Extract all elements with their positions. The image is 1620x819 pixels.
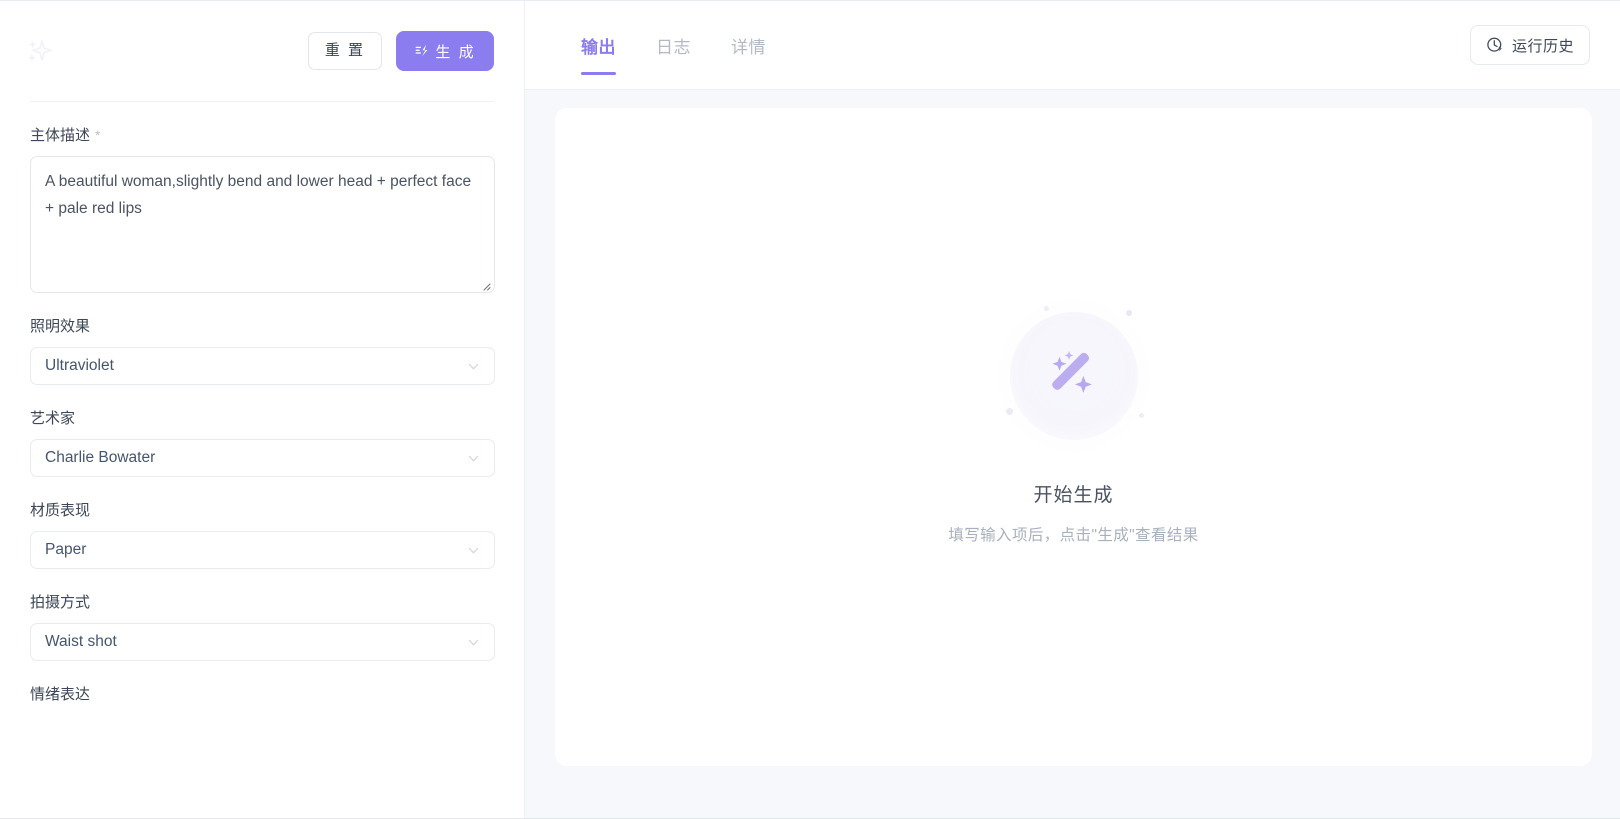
material-value: Paper — [45, 541, 87, 558]
field-label-material: 材质表现 — [30, 499, 494, 520]
decorative-dot — [1138, 412, 1144, 418]
required-marker: * — [95, 127, 101, 143]
field-label-subject-description: 主体描述 * — [30, 124, 494, 145]
field-label-lighting-effect: 照明效果 — [30, 315, 494, 336]
magic-wand-icon — [1043, 345, 1105, 407]
field-subject-description: 主体描述 * — [30, 124, 495, 293]
empty-state: 开始生成 填写输入项后，点击"生成"查看结果 — [948, 297, 1199, 545]
field-label-text: 情绪表达 — [30, 686, 91, 703]
empty-state-title: 开始生成 — [1033, 484, 1114, 506]
subject-description-textarea[interactable] — [30, 156, 495, 293]
tab-details[interactable]: 详情 — [731, 1, 766, 89]
field-lighting-effect: 照明效果 Ultraviolet — [30, 315, 495, 385]
empty-state-orb — [995, 297, 1152, 454]
tab-output[interactable]: 输出 — [581, 1, 616, 89]
field-label-text: 艺术家 — [30, 410, 76, 427]
artist-select[interactable]: Charlie Bowater — [30, 439, 495, 477]
form-header: 重 置 生 成 — [0, 1, 524, 101]
field-label-text: 拍摄方式 — [30, 594, 91, 611]
output-result-card: 开始生成 填写输入项后，点击"生成"查看结果 — [555, 108, 1592, 766]
field-label-text: 材质表现 — [30, 502, 91, 519]
shot-type-select[interactable]: Waist shot — [30, 623, 495, 661]
form-fields: 主体描述 * 照明效果 Ultravio — [0, 102, 524, 704]
output-tabs-bar: 输出 日志 详情 运行历史 — [525, 1, 1620, 90]
output-stage: 开始生成 填写输入项后，点击"生成"查看结果 — [525, 90, 1620, 818]
decorative-dot — [1125, 309, 1132, 316]
output-tabs: 输出 日志 详情 — [555, 1, 766, 89]
run-history-button[interactable]: 运行历史 — [1469, 25, 1590, 65]
generate-button[interactable]: 生 成 — [396, 31, 494, 71]
decorative-dot — [1005, 407, 1013, 415]
field-label-shot-type: 拍摄方式 — [30, 591, 494, 612]
field-emotion: 情绪表达 — [30, 683, 494, 704]
field-artist: 艺术家 Charlie Bowater — [30, 407, 495, 477]
lighting-effect-value: Ultraviolet — [45, 357, 114, 374]
run-history-label: 运行历史 — [1511, 37, 1574, 55]
field-shot-type: 拍摄方式 Waist shot — [30, 591, 495, 661]
form-header-actions: 重 置 生 成 — [307, 31, 494, 71]
subject-description-wrapper — [30, 156, 495, 293]
sparkle-icon — [22, 34, 56, 68]
empty-state-subtitle: 填写输入项后，点击"生成"查看结果 — [948, 526, 1199, 544]
app-root: 重 置 生 成 主体描述 * A beautiful woman,slightl… — [0, 0, 1620, 819]
material-select[interactable]: Paper — [30, 531, 495, 569]
chevron-down-icon — [467, 452, 480, 465]
chevron-down-icon — [467, 544, 480, 557]
history-clock-icon — [1486, 36, 1504, 54]
field-label-text: 主体描述 — [30, 127, 91, 144]
field-label-emotion: 情绪表达 — [30, 683, 494, 704]
decorative-dot — [1043, 305, 1049, 311]
field-material: 材质表现 Paper — [30, 499, 495, 569]
shot-type-value: Waist shot — [45, 633, 117, 650]
tab-log[interactable]: 日志 — [656, 1, 691, 89]
artist-value: Charlie Bowater — [45, 449, 156, 466]
output-panel: 输出 日志 详情 运行历史 开始生成 填写输入项后，点击"生成"查看结果 — [525, 1, 1620, 818]
chevron-down-icon — [467, 360, 480, 373]
generate-button-label: 生 成 — [435, 43, 476, 61]
reset-button[interactable]: 重 置 — [307, 32, 382, 70]
chevron-down-icon — [467, 636, 480, 649]
input-form-panel: 重 置 生 成 主体描述 * A beautiful woman,slightl… — [0, 1, 525, 818]
lighting-effect-select[interactable]: Ultraviolet — [30, 347, 495, 385]
field-label-text: 照明效果 — [30, 318, 91, 335]
field-label-artist: 艺术家 — [30, 407, 494, 428]
magic-wand-icon — [414, 43, 431, 60]
